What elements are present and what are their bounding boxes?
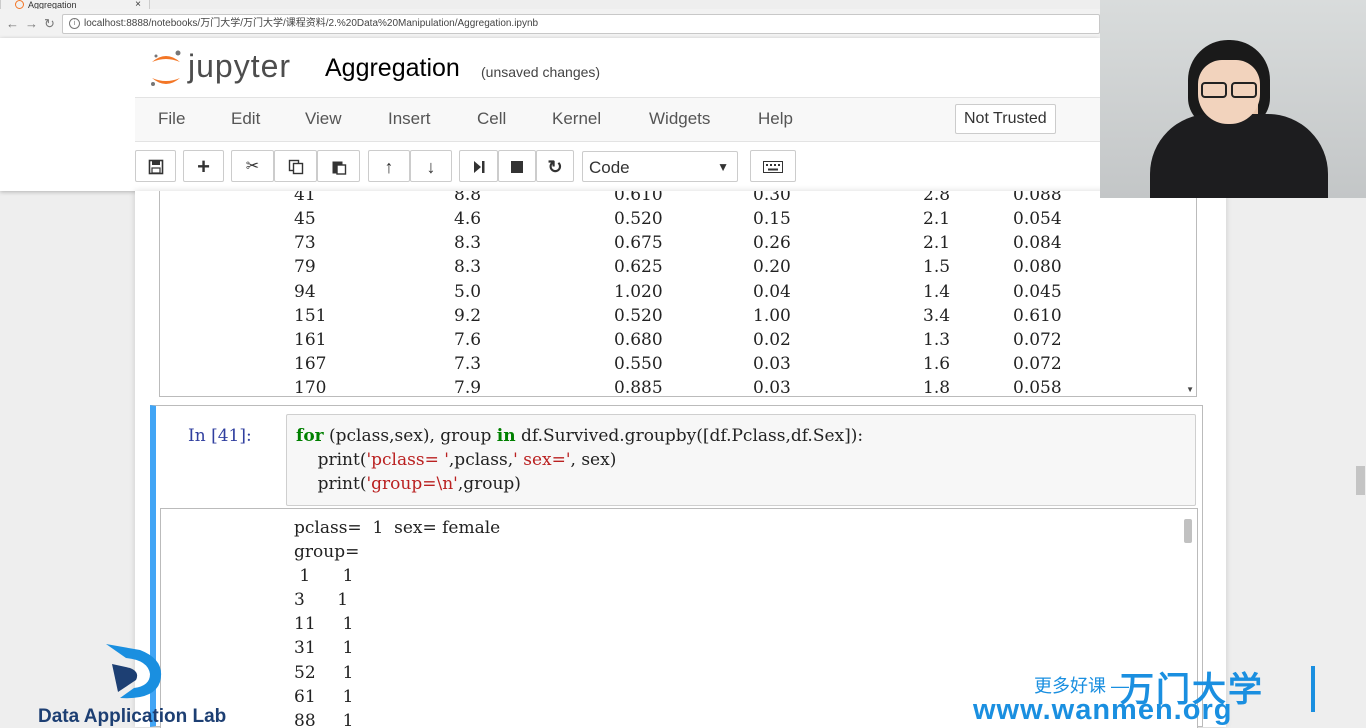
paste-button[interactable] (317, 150, 360, 182)
move-down-button[interactable]: ↓ (410, 150, 452, 182)
wanmen-watermark: 更多好课 — 万门大学 www.wanmen.org (970, 660, 1320, 727)
chevron-down-icon: ▼ (717, 160, 729, 174)
dal-watermark: Data Application Lab (38, 642, 258, 727)
paste-icon (332, 161, 346, 175)
info-icon[interactable]: i (69, 17, 80, 29)
url-input[interactable]: i localhost:8888/notebooks/万门大学/万门大学/课程资料… (62, 14, 1100, 34)
dal-logo-icon (106, 644, 162, 699)
cut-icon: ✂ (245, 158, 260, 175)
code-line: for (pclass,sex), group in df.Survived.g… (296, 426, 864, 446)
page-scrollbar[interactable] (1356, 466, 1365, 495)
wanmen-url: www.wanmen.org (973, 694, 1233, 726)
save-button[interactable] (135, 150, 176, 182)
copy-icon (288, 159, 303, 174)
output-line: group= (294, 542, 360, 562)
not-trusted-button[interactable]: Not Trusted (955, 104, 1056, 134)
notebook-title[interactable]: Aggregation (325, 54, 460, 83)
code-editor[interactable]: for (pclass,sex), group in df.Survived.g… (286, 414, 1196, 506)
stop-button[interactable] (498, 150, 536, 182)
forward-icon[interactable]: → (25, 16, 38, 31)
output-line: 11 1 (294, 614, 354, 634)
notebook-header: jupyter Aggregation (unsaved changes) Fi… (0, 38, 1100, 191)
menu-widgets[interactable]: Widgets (649, 109, 710, 129)
menu-view[interactable]: View (305, 109, 342, 129)
menu-file[interactable]: File (158, 109, 185, 129)
output-area-previous: 41 8.8 0.610 0.30 2.8 0.088 45 4.6 0.520 0.15 2.1… (159, 191, 1197, 397)
menu-kernel[interactable]: Kernel (552, 109, 601, 129)
address-bar: ← → ↻ i localhost:8888/notebooks/万门大学/万门大… (0, 9, 1100, 39)
move-up-icon: ↑ (384, 157, 394, 177)
save-status: (unsaved changes) (481, 64, 601, 80)
menu-cell[interactable]: Cell (477, 109, 506, 129)
url-text: localhost:8888/notebooks/万门大学/万门大学/课程资料/… (84, 18, 539, 29)
add-icon: + (197, 154, 210, 179)
cut-button[interactable]: ✂ (231, 150, 274, 182)
output-line: 61 1 (294, 687, 354, 707)
cell-type-select[interactable]: Code ▼ (582, 151, 738, 182)
jupyter-logo-icon (151, 50, 181, 86)
output-line: 31 1 (294, 638, 354, 658)
move-down-icon: ↓ (426, 157, 436, 177)
jupyter-favicon-icon (15, 0, 24, 9)
save-icon (148, 159, 163, 175)
watermark-divider (1311, 666, 1315, 712)
stop-icon (511, 160, 523, 173)
back-icon[interactable]: ← (6, 16, 19, 31)
output-line: pclass= 1 sex= female (294, 518, 501, 538)
menu-edit[interactable]: Edit (231, 109, 260, 129)
output-line: 52 1 (294, 663, 354, 683)
output-line: 88 1 (294, 711, 354, 728)
jupyter-logo[interactable]: jupyter (148, 48, 313, 92)
restart-button[interactable]: ↻ (536, 150, 574, 182)
output-line: 3 1 (294, 590, 349, 610)
dal-watermark-text: Data Application Lab (38, 706, 227, 727)
code-line: print('group=\n',group) (296, 474, 521, 494)
move-up-button[interactable]: ↑ (368, 150, 410, 182)
reload-icon[interactable]: ↻ (44, 16, 55, 32)
webcam-video (1100, 0, 1366, 198)
run-button[interactable] (459, 150, 498, 182)
keyboard-icon (763, 160, 783, 173)
restart-icon: ↻ (547, 157, 563, 177)
code-line: print('pclass= ',pclass,' sex=', sex) (296, 450, 617, 470)
jupyter-logo-text: jupyter (188, 48, 292, 84)
output-scrollbar[interactable] (1184, 519, 1192, 543)
copy-button[interactable] (274, 150, 317, 182)
command-palette-button[interactable] (750, 150, 796, 182)
add-cell-button[interactable]: + (183, 150, 224, 182)
scroll-down-icon[interactable]: ▼ (1186, 385, 1194, 394)
menu-help[interactable]: Help (758, 109, 793, 129)
output-line: 1 1 (294, 566, 354, 586)
run-icon (473, 160, 484, 173)
cell-type-value: Code (589, 158, 630, 177)
menu-insert[interactable]: Insert (388, 109, 431, 129)
input-prompt: In [41]: (188, 426, 252, 446)
menu-bar: File Edit View Insert Cell Kernel Widget… (135, 97, 1100, 142)
